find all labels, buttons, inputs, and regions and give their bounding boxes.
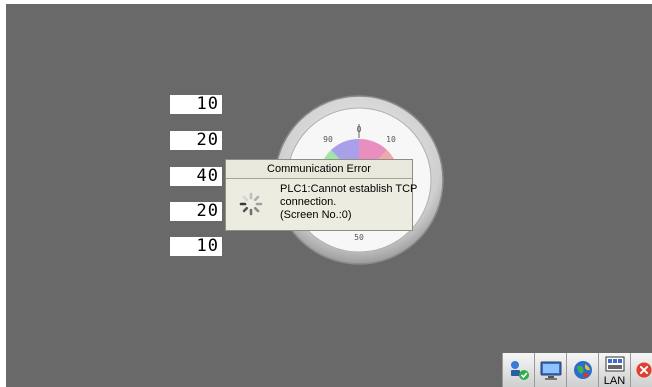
close-icon [636,362,652,378]
lan-icon [605,356,624,372]
dialog-message: PLC1:Cannot establish TCP connection. (S… [280,183,418,222]
dialog-message-line-3: (Screen No.:0) [280,209,352,221]
numeric-display-2[interactable]: 20 [170,131,222,150]
globe-button[interactable] [566,353,598,387]
numeric-display-5[interactable]: 10 [170,237,222,256]
hmi-screen: 10 20 40 20 10 90 0 10 50 Communication … [6,4,652,387]
lan-label: LAN [603,375,626,387]
dialog-title: Communication Error [226,160,412,179]
dialog-body: PLC1:Cannot establish TCP connection. (S… [226,179,418,231]
numeric-display-4[interactable]: 20 [170,202,222,221]
system-taskbar: LAN [502,353,652,387]
loading-spinner-icon [239,192,263,216]
lan-button[interactable]: LAN [598,353,630,387]
dialog-message-line-2: connection. [280,196,337,208]
display-button[interactable] [534,353,566,387]
gauge-tick-label-90: 90 [323,135,333,144]
communication-error-dialog: Communication Error PLC1:Cannot establis… [225,159,418,231]
close-button[interactable] [630,353,652,387]
network-settings-button[interactable] [502,353,534,387]
display-icon [540,361,561,380]
gauge-tick-label-50: 50 [354,233,364,242]
numeric-display-1[interactable]: 10 [170,95,222,114]
dialog-message-line-1: PLC1:Cannot establish TCP [280,183,418,195]
numeric-display-3[interactable]: 40 [170,167,222,186]
gauge-tick-label-0: 0 [357,125,362,134]
globe-icon [573,361,592,379]
gauge-tick-label-10: 10 [386,135,396,144]
network-settings-icon [510,361,529,380]
